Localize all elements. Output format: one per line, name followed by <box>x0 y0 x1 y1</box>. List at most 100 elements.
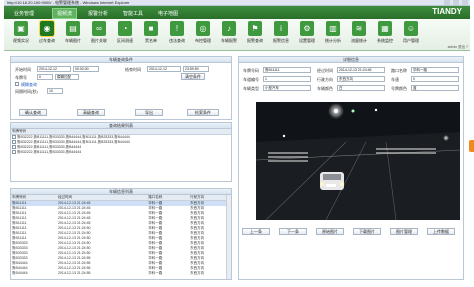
table-row[interactable]: 鲁B32222,鲁B11111,鲁B33333,鲁B44444 <box>11 150 231 155</box>
toolbar-button-7[interactable]: ◎ 布控管理 <box>192 21 214 48</box>
fuzzy-query-link[interactable]: 模糊查询 <box>21 82 37 88</box>
settings-icon: ⚙ <box>300 21 314 36</box>
cell-plate: 鲁B44444 <box>12 271 28 275</box>
vehicle-pass-scrollbar[interactable] <box>226 195 231 279</box>
detail-value: 鲁B11111 <box>263 67 311 73</box>
start-time-field[interactable]: 00:00:00 <box>73 66 99 72</box>
toolbar-button-13[interactable]: ≋ 流量统计 <box>348 21 370 48</box>
original-image-button[interactable]: 原始图片 <box>316 228 344 235</box>
violation-icon: ! <box>170 21 184 36</box>
query-panel-title: 车辆查询条件 <box>11 57 231 63</box>
upload-data-button[interactable]: 上传数据 <box>427 228 455 235</box>
vehicle-shape <box>320 172 344 190</box>
brand-logo: TIANDY <box>432 7 462 16</box>
detail-label: 经过时间 <box>317 68 333 73</box>
toolbar-button-9[interactable]: ⚑ 报警查询 <box>244 21 266 48</box>
toolbar-label: 用户管理 <box>403 38 419 43</box>
row-checkbox[interactable] <box>12 135 16 140</box>
menu-item-smart-tools[interactable]: 智能工具 <box>119 9 147 18</box>
toolbar-button-15[interactable]: ☺ 用户管理 <box>400 21 422 48</box>
detail-label: 车辆颜色 <box>317 86 333 91</box>
image-manage-button[interactable]: 图片管理 <box>390 228 418 235</box>
start-date-field[interactable]: 2014-12-12 <box>37 66 71 72</box>
results-table: 车牌号码 鲁B32222,鲁B11111,鲁B33333,鲁B44444,鲁B1… <box>11 129 231 155</box>
search-conditions-button[interactable]: 检索条件 <box>187 109 219 116</box>
detail-label: 路口名称 <box>391 68 407 73</box>
vehicle-pass-panel: 车辆信息列表 车牌号码 经过时间 路口名称 行驶方向 鲁B11111 2014-1… <box>10 188 232 280</box>
row-checkbox[interactable] <box>12 145 16 150</box>
monitor-icon: ▣ <box>14 21 28 36</box>
detail-label: 车道编号 <box>243 77 259 82</box>
cell-time: 2014-12-13 21:24:55 <box>57 271 91 275</box>
plate-mode-select[interactable]: 模糊匹配 <box>55 74 79 80</box>
minimize-icon[interactable] <box>444 0 450 5</box>
menu-item-alarm-analysis[interactable]: 报警分析 <box>84 9 112 18</box>
car-photo-icon: ▤ <box>66 21 80 36</box>
user-info[interactable]: admin 退出 ? <box>448 45 468 50</box>
detail-panel-title: 详细信息 <box>239 57 463 63</box>
fuzzy-query-checkbox[interactable] <box>15 82 19 86</box>
toolbar-button-12[interactable]: ▥ 统计分析 <box>322 21 344 48</box>
toolbar-button-11[interactable]: ⚙ 设置管理 <box>296 21 318 48</box>
user-icon: ☺ <box>404 21 418 36</box>
cell-intersection: 华科一路 <box>148 271 163 275</box>
detail-label: 车牌号码 <box>243 68 259 73</box>
detail-label: 车速 <box>391 77 399 82</box>
menu-item-business[interactable]: 业务管理 <box>10 9 38 18</box>
toolbar-button-14[interactable]: ▦ 系统监控 <box>374 21 396 48</box>
end-time-field[interactable]: 23:59:59 <box>183 66 209 72</box>
table-row[interactable]: 鲁B44444 2014-12-13 21:24:55 华科一路 东西方向 <box>11 271 231 276</box>
toolbar-button-6[interactable]: ! 违法查询 <box>166 21 188 48</box>
main-menu-bar: 业务管理 视频流 报警分析 智能工具 电子地图 TIANDY <box>4 6 470 19</box>
alarm-search-icon: ⚑ <box>248 21 262 36</box>
flow-icon: ≋ <box>352 21 366 36</box>
row-checkbox[interactable] <box>12 150 16 155</box>
window-controls <box>444 0 468 5</box>
toolbar-button-1[interactable]: ◉ 过车查询 <box>36 21 58 48</box>
detail-value: 蓝 <box>411 85 459 91</box>
menu-item-video[interactable]: 视频流 <box>52 8 78 19</box>
advanced-query-button[interactable]: 高级查询 <box>77 109 105 116</box>
close-icon[interactable] <box>462 0 468 5</box>
result-text: 鲁B32222,鲁B11111,鲁B33333,鲁B44444 <box>17 150 82 154</box>
row-checkbox[interactable] <box>12 140 16 145</box>
chart-icon: ▥ <box>326 21 340 36</box>
result-text: 鲁B32222,鲁B11111,鲁B33333,鲁B44444 <box>17 145 82 149</box>
toolbar-button-4[interactable]: ◔ 区间测速 <box>114 21 136 48</box>
clear-conditions-button[interactable]: 清空条件 <box>181 73 205 80</box>
toolbar-button-3[interactable]: ∞ 图片关联 <box>88 21 110 48</box>
end-date-field[interactable]: 2014-12-12 <box>147 66 181 72</box>
plate-input[interactable]: 0 <box>37 74 53 80</box>
detail-label: 号牌颜色 <box>391 86 407 91</box>
blacklist-icon: ■ <box>144 21 158 36</box>
next-button[interactable]: 下一条 <box>279 228 307 235</box>
window-title: http://10.16.20.100:9000/ - 电警管理系统 - Win… <box>7 0 130 5</box>
vehicle-video-frame[interactable] <box>256 102 460 220</box>
function-toolbar: ▣ 视频实况 ◉ 过车查询 ▤ 车辆图片 ∞ 图片关联 ◔ 区间测速 ■ 黑名单 ! 违法查询… <box>4 19 470 51</box>
car-search-icon: ◉ <box>40 21 54 36</box>
query-panel: 车辆查询条件 开始时间 2014-12-12 00:00:00 结束时间 201… <box>10 56 232 120</box>
side-expand-tab[interactable] <box>469 140 474 152</box>
cell-direction: 东西方向 <box>190 271 205 275</box>
detail-label: 行驶方向 <box>317 77 333 82</box>
download-image-button[interactable]: 下载图片 <box>353 228 381 235</box>
confirm-query-button[interactable]: 确认查询 <box>19 109 47 116</box>
previous-button[interactable]: 上一条 <box>242 228 270 235</box>
detail-value: 东西方向 <box>337 76 385 82</box>
menu-item-e-map[interactable]: 电子地图 <box>154 9 182 18</box>
night-road-scene <box>256 102 460 220</box>
maximize-icon[interactable] <box>453 0 459 5</box>
toolbar-button-5[interactable]: ■ 黑名单 <box>140 21 162 48</box>
toolbar-button-8[interactable]: ♪ 车辆报警 <box>218 21 240 48</box>
export-button[interactable]: 导出 <box>135 109 163 116</box>
alarm-icon: ♪ <box>222 21 236 36</box>
detail-value: 1 <box>263 76 311 82</box>
toolbar-button-10[interactable]: i 报警信息 <box>270 21 292 48</box>
interval-input[interactable]: 10 <box>47 88 63 94</box>
result-text: 鲁B32222,鲁B11111,鲁B33333,鲁B44444,鲁B11111,… <box>17 135 130 139</box>
plate-label: 车牌号 <box>15 75 27 80</box>
control-icon: ◎ <box>196 21 210 36</box>
toolbar-button-0[interactable]: ▣ 视频实况 <box>10 21 32 48</box>
toolbar-button-2[interactable]: ▤ 车辆图片 <box>62 21 84 48</box>
speed-icon: ◔ <box>118 21 132 36</box>
